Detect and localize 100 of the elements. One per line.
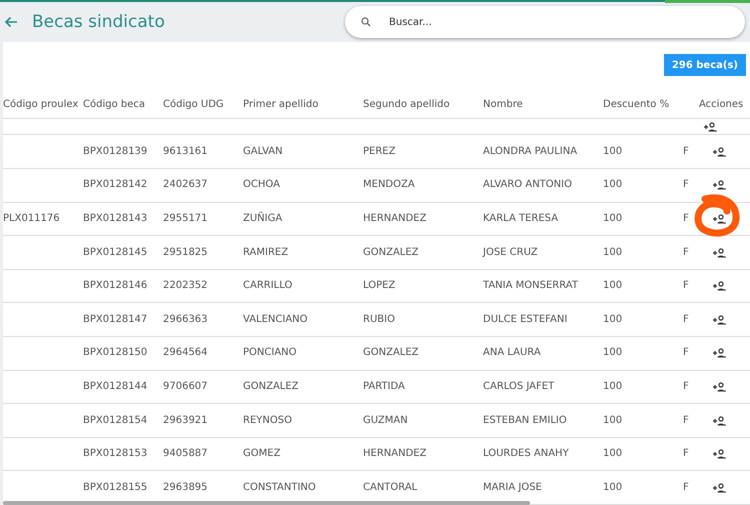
assign-button[interactable]: [713, 146, 726, 157]
table-cell-text: F: [683, 178, 690, 192]
column-header: Segundo apellido: [363, 98, 451, 110]
table-cell-text: F: [683, 212, 690, 226]
count-badge: 296 beca(s): [664, 54, 746, 76]
scrollbar-thumb[interactable]: [3, 501, 530, 505]
table-cell-text: OCHOA: [243, 178, 281, 192]
table-cell-text: BPX0128147: [83, 312, 148, 327]
table-cell-text: BPX0128142: [83, 178, 148, 192]
table-cell-text: BPX0128153: [83, 447, 148, 462]
assign-button[interactable]: [713, 248, 726, 258]
column-header: Código UDG: [163, 98, 225, 110]
add-user-icon: [713, 482, 726, 493]
table-cell-text: GONZALEZ: [363, 346, 420, 360]
search-field[interactable]: Buscar...: [345, 6, 745, 38]
assign-button[interactable]: [713, 482, 726, 493]
assign-button[interactable]: [713, 416, 726, 426]
table-cell-text: 9706607: [163, 380, 209, 394]
table-cell-text: BPX0128139: [83, 144, 148, 159]
column-header: Código proulex: [3, 98, 80, 110]
table-cell-text: 2402637: [163, 178, 209, 192]
table-cell-text: BPX0128143: [83, 212, 148, 226]
table-cell-text: BPX0128155: [83, 480, 148, 495]
table-cell-text: 2202352: [163, 279, 209, 294]
table-cell-text: PEREZ: [363, 144, 396, 159]
table-cell-text: PONCIANO: [243, 346, 298, 360]
table-cell-text: 2964564: [163, 346, 209, 360]
column-header: Código beca: [83, 98, 146, 110]
table-cell-text: MENDOZA: [363, 178, 416, 192]
table-cell-text: 100: [603, 312, 624, 327]
table-cell-text: HERNANDEZ: [363, 447, 428, 462]
table-cell-text: BPX0128144: [83, 380, 148, 394]
table-cell-text: 2963921: [163, 414, 209, 428]
assign-button[interactable]: [713, 281, 726, 292]
table-cell-text: 2963895: [163, 480, 209, 495]
table-cell-text: 2955171: [163, 212, 209, 226]
table-cell-text: 100: [603, 144, 624, 159]
add-user-icon: [713, 348, 726, 358]
table-cell-text: F: [683, 447, 690, 462]
add-user-icon: [713, 314, 726, 325]
table-cell-text: F: [683, 246, 690, 260]
assign-button[interactable]: [713, 449, 726, 460]
table-cell-text: 100: [603, 447, 624, 462]
add-user-icon: [713, 382, 726, 392]
table-cell-text: BPX0128150: [83, 346, 148, 360]
table-cell-text: BPX0128154: [83, 414, 148, 428]
add-user-icon: [713, 180, 726, 190]
table-cell-text: MARIA JOSE: [483, 480, 543, 495]
table-cell-text: 9405887: [163, 447, 209, 462]
table-cell-text: RUBIO: [363, 312, 396, 327]
table-cell-text: 100: [603, 346, 624, 360]
table-cell-text: KARLA TERESA: [483, 212, 560, 226]
add-user-icon: [704, 122, 717, 132]
table-cell-text: JOSE CRUZ: [483, 246, 539, 260]
table-cell-text: ZUÑIGA: [243, 212, 284, 226]
assign-button[interactable]: [713, 348, 726, 358]
table-cell-text: GONZALEZ: [363, 246, 420, 260]
table-cell-text: CARRILLO: [243, 279, 294, 294]
table-cell-text: ALONDRA PAULINA: [483, 144, 578, 159]
table-cell-text: 2951825: [163, 246, 209, 260]
table-cell-text: BPX0128146: [83, 279, 148, 294]
table-cell-text: 100: [603, 212, 624, 226]
add-user-icon: [713, 146, 726, 157]
assign-button[interactable]: [713, 214, 726, 224]
table-cell-text: F: [683, 380, 690, 394]
table-cell-text: CANTORAL: [363, 480, 418, 495]
table-cell-text: PLX011176: [3, 212, 61, 226]
add-user-icon: [713, 449, 726, 460]
table-cell-text: 100: [603, 414, 624, 428]
table-cell-text: PARTIDA: [363, 380, 406, 394]
table-cell-text: ALVARO ANTONIO: [483, 178, 573, 192]
table-cell-text: 100: [603, 380, 624, 394]
back-button[interactable]: [4, 16, 18, 28]
add-user-icon: [713, 416, 726, 426]
table-cell-text: HERNANDEZ: [363, 212, 428, 226]
assign-button[interactable]: [713, 382, 726, 392]
add-user-icon: [713, 214, 726, 224]
assign-button[interactable]: [713, 180, 726, 190]
column-header: Acciones: [699, 98, 744, 110]
back-arrow-icon: [4, 16, 18, 28]
table-cell-text: F: [683, 346, 690, 360]
table-cell-text: CONSTANTINO: [243, 480, 317, 495]
table-cell-text: REYNOSO: [243, 414, 293, 428]
search-icon: [361, 17, 371, 28]
add-user-icon: [713, 248, 726, 258]
table-cell-text: CARLOS JAFET: [483, 380, 556, 394]
table-cell-text: ESTEBAN EMILIO: [483, 414, 568, 428]
table-cell-text: 100: [603, 246, 624, 260]
table-cell-text: 9613161: [163, 144, 209, 159]
table-cell-text: BPX0128145: [83, 246, 148, 260]
table-cell-text: GALVAN: [243, 144, 284, 159]
add-user-icon: [713, 281, 726, 292]
table-cell-text: GUZMAN: [363, 414, 409, 428]
table-cell-text: F: [683, 480, 690, 495]
table-cell-text: LOURDES ANAHY: [483, 447, 570, 462]
table-cell-text: F: [683, 312, 690, 327]
table-cell-text: F: [683, 144, 690, 159]
table-cell-text: GONZALEZ: [243, 380, 300, 394]
assign-button[interactable]: [713, 314, 726, 325]
table-cell-text: VALENCIANO: [243, 312, 309, 327]
